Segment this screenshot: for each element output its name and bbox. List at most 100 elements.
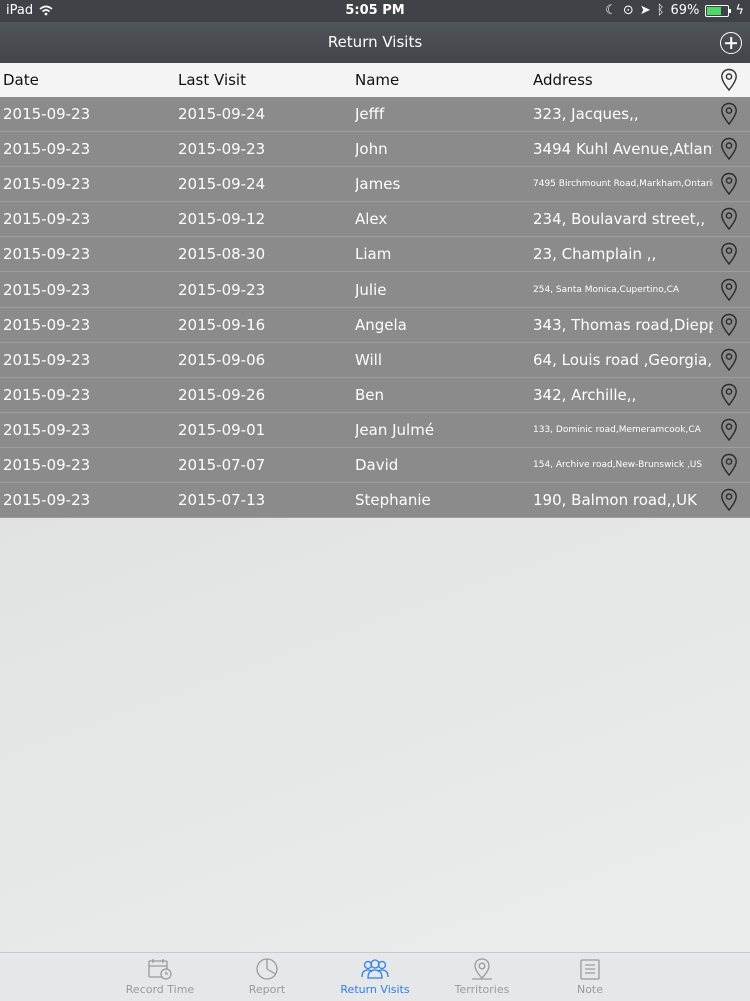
- tab-report[interactable]: Report: [217, 957, 317, 996]
- row-last-visit: 2015-09-12: [178, 210, 266, 229]
- row-address: 234, Boulavard street,,: [533, 210, 706, 229]
- map-pin-icon[interactable]: [714, 483, 744, 517]
- row-address: 23, Champlain ,,: [533, 245, 657, 264]
- table-row[interactable]: 2015-09-23 2015-07-13 Stephanie 190, Balmon…: [0, 483, 750, 519]
- row-date: 2015-09-23: [3, 420, 91, 439]
- row-last-visit: 2015-07-13: [178, 491, 266, 510]
- people-icon: [325, 957, 425, 981]
- battery-percent: 69%: [670, 3, 700, 18]
- tab-label: Note: [576, 983, 604, 996]
- row-date: 2015-09-23: [3, 210, 91, 229]
- row-name: John: [355, 140, 388, 159]
- map-pin-icon[interactable]: [714, 378, 744, 412]
- row-date: 2015-09-23: [3, 350, 91, 369]
- row-last-visit: 2015-09-23: [178, 280, 266, 299]
- map-pin-icon[interactable]: [714, 308, 744, 342]
- page-title: Return Visits: [327, 33, 423, 51]
- tab-return-visits[interactable]: Return Visits: [325, 957, 425, 996]
- row-last-visit: 2015-07-07: [178, 455, 266, 474]
- notepad-icon: [540, 957, 640, 981]
- table-row[interactable]: 2015-09-23 2015-09-23 John 3494 Kuhl Avenue…: [0, 132, 750, 168]
- table-row[interactable]: 2015-09-23 2015-09-16 Angela 343, Thomas ro…: [0, 307, 750, 343]
- charging-icon: ϟ: [735, 3, 744, 18]
- header-date[interactable]: Date: [3, 63, 173, 97]
- table-row[interactable]: 2015-09-23 2015-09-24 James 7495 Birchmount…: [0, 167, 750, 203]
- row-last-visit: 2015-09-24: [178, 175, 266, 194]
- map-pin-icon[interactable]: [714, 167, 744, 201]
- row-address: 7495 Birchmount Road,Markham,Ontario: [533, 179, 713, 190]
- table-row[interactable]: 2015-09-23 2015-09-01 Jean Julmé 133, Domin…: [0, 412, 750, 448]
- row-name: Stephanie: [355, 491, 431, 510]
- tab-territories[interactable]: Territories: [432, 957, 532, 996]
- table-row[interactable]: 2015-09-23 2015-09-26 Ben 342, Archille,,: [0, 377, 750, 413]
- header-last-visit[interactable]: Last Visit: [178, 63, 348, 97]
- tab-record-time[interactable]: Record Time: [110, 957, 210, 996]
- map-pin-icon[interactable]: [714, 272, 744, 306]
- tab-label: Return Visits: [340, 983, 410, 996]
- row-address: 343, Thomas road,Dieppe,CA: [533, 315, 713, 334]
- row-name: David: [355, 455, 399, 474]
- row-name: Jean Julmé: [355, 420, 435, 439]
- table-row[interactable]: 2015-09-23 2015-09-12 Alex 234, Boulavard s…: [0, 202, 750, 238]
- bluetooth-icon: ᛒ: [656, 3, 665, 18]
- row-address: 342, Archille,,: [533, 385, 637, 404]
- row-date: 2015-09-23: [3, 245, 91, 264]
- tab-note[interactable]: Note: [540, 957, 640, 996]
- orientation-lock-icon: ⊙: [622, 3, 634, 18]
- row-last-visit: 2015-09-23: [178, 140, 266, 159]
- map-pin-icon[interactable]: [714, 202, 744, 236]
- row-date: 2015-09-23: [3, 315, 91, 334]
- status-right: ☾ ⊙ ➤ ᛒ 69% ϟ: [605, 3, 744, 18]
- row-date: 2015-09-23: [3, 105, 91, 124]
- header-address[interactable]: Address: [533, 63, 713, 97]
- status-bar: iPad 5:05 PM ☾ ⊙ ➤ ᛒ 69% ϟ: [0, 0, 750, 22]
- row-address: 254, Santa Monica,Cupertino,CA: [533, 284, 680, 295]
- map-pin-icon[interactable]: [714, 343, 744, 377]
- row-name: Jefff: [355, 105, 385, 124]
- pie-chart-icon: [217, 957, 317, 981]
- row-date: 2015-09-23: [3, 280, 91, 299]
- row-date: 2015-09-23: [3, 491, 91, 510]
- row-last-visit: 2015-09-16: [178, 315, 266, 334]
- tab-label: Report: [248, 983, 286, 996]
- header-name[interactable]: Name: [355, 63, 525, 97]
- row-last-visit: 2015-09-24: [178, 105, 266, 124]
- return-visits-list: 2015-09-23 2015-09-24 Jefff 323, Jacques,, 2…: [0, 97, 750, 519]
- row-last-visit: 2015-08-30: [178, 245, 266, 264]
- row-address: 323, Jacques,,: [533, 105, 639, 124]
- row-date: 2015-09-23: [3, 175, 91, 194]
- map-pin-icon[interactable]: [714, 97, 744, 131]
- tab-label: Record Time: [125, 983, 195, 996]
- add-return-visit-button[interactable]: [720, 32, 742, 54]
- battery-icon: [705, 4, 732, 17]
- navigation-bar: Return Visits: [0, 22, 750, 63]
- row-date: 2015-09-23: [3, 385, 91, 404]
- map-pin-icon[interactable]: [714, 132, 744, 166]
- table-row[interactable]: 2015-09-23 2015-09-23 Julie 254, Santa Moni…: [0, 272, 750, 308]
- tab-bar: Record Time Report Return Visits Territorie…: [0, 952, 750, 1001]
- row-name: Alex: [355, 210, 388, 229]
- row-name: Julie: [355, 280, 387, 299]
- row-name: Angela: [355, 315, 407, 334]
- table-header: Date Last Visit Name Address: [0, 63, 750, 97]
- table-row[interactable]: 2015-09-23 2015-09-24 Jefff 323, Jacques,,: [0, 97, 750, 133]
- location-arrow-icon: ➤: [639, 3, 651, 18]
- row-address: 190, Balmon road,,UK: [533, 491, 697, 510]
- calendar-clock-icon: [110, 957, 210, 981]
- map-pin-icon: [432, 957, 532, 981]
- row-address: 133, Dominic road,Memeramcook,CA: [533, 424, 701, 435]
- map-pin-icon[interactable]: [714, 413, 744, 447]
- map-pin-icon[interactable]: [714, 237, 744, 271]
- header-map-pin-icon[interactable]: [714, 63, 744, 97]
- row-address: 64, Louis road ,Georgia,US: [533, 350, 713, 369]
- table-row[interactable]: 2015-09-23 2015-07-07 David 154, Archive ro…: [0, 447, 750, 484]
- table-row[interactable]: 2015-09-23 2015-09-06 Will 64, Louis road ,…: [0, 342, 750, 378]
- map-pin-icon[interactable]: [714, 448, 744, 482]
- row-address: 3494 Kuhl Avenue,Atlanta,GA: [533, 140, 713, 159]
- row-name: Will: [355, 350, 383, 369]
- row-date: 2015-09-23: [3, 140, 91, 159]
- table-row[interactable]: 2015-09-23 2015-08-30 Liam 23, Champlain ,,: [0, 237, 750, 273]
- row-name: Liam: [355, 245, 392, 264]
- row-last-visit: 2015-09-06: [178, 350, 266, 369]
- row-last-visit: 2015-09-26: [178, 385, 266, 404]
